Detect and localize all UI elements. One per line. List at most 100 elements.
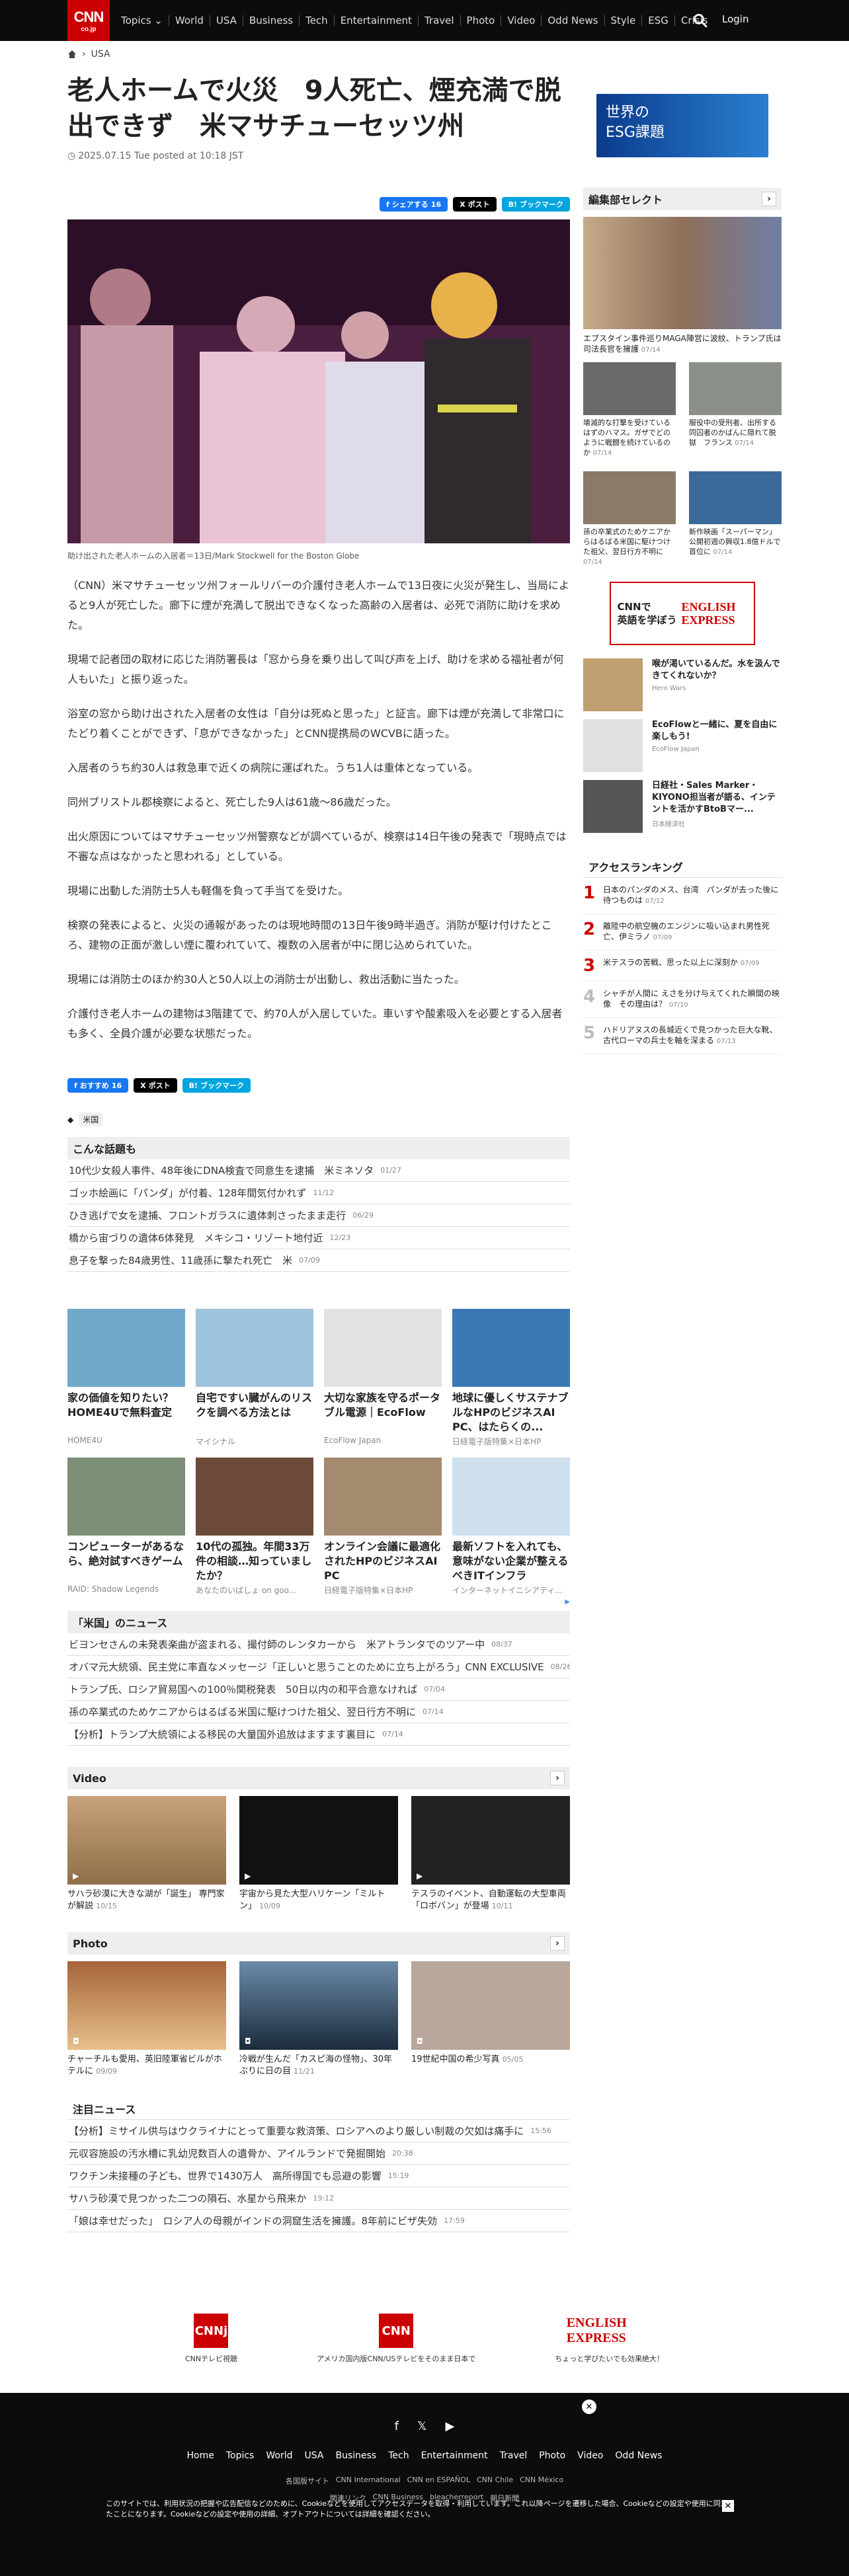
nav-item-odd-news[interactable]: Odd News xyxy=(542,15,605,26)
hatena-bookmark-button[interactable]: B! ブックマーク xyxy=(501,197,570,212)
nav-item-topics[interactable]: Topics ⌄ xyxy=(115,15,169,26)
home-icon[interactable] xyxy=(67,50,77,59)
list-item[interactable]: 「娘は幸せだった」 ロシア人の母親がインドの洞窟生活を擁護。8年前にビザ失効 17… xyxy=(67,2210,570,2232)
list-item[interactable]: 10代少女殺人事件、48年後にDNA検査で同意生を逮捕 米ミネソタ 01/27 xyxy=(67,1159,570,1182)
media-card[interactable]: ◘ チャーチルも愛用、英旧陸軍省ビルがホテルに 09/09 xyxy=(67,1961,226,2078)
list-item[interactable]: サハラ砂漠で見つかった二つの隕石、水星から飛来か 19:12 xyxy=(67,2187,570,2210)
editor-main-title[interactable]: エプスタイン事件巡りMAGA陣営に波紋、トランプ氏は司法長官を擁護 07/14 xyxy=(583,333,782,356)
promo-card[interactable]: オンライン会議に最適化されたHPのビジネスAI PC 日経電子版特集×日本HP xyxy=(324,1458,442,1596)
promo-card[interactable]: 地球に優しくサステナブルなHPのビジネスAI PC、はたらくの... 日経電子版特… xyxy=(452,1309,570,1447)
promo-card[interactable]: 大切な家族を守るポータブル電源｜EcoFlow EcoFlow Japan xyxy=(324,1309,442,1447)
footer-logo[interactable]: CNN アメリカ国内版CNN/USテレビをそのまま日本で xyxy=(317,2314,475,2364)
nav-item-usa[interactable]: USA xyxy=(210,15,243,26)
list-item[interactable]: ビヨンセさんの未発表楽曲が盗まれる、撮付師のレンタカーから 米アトランタでのツア… xyxy=(67,1633,570,1656)
promo-card[interactable]: コンピューターがあるなら、絶対試すべきゲーム RAID: Shadow Legen… xyxy=(67,1458,185,1596)
breadcrumb-section[interactable]: USA xyxy=(91,49,110,59)
search-icon[interactable] xyxy=(692,12,709,29)
list-item[interactable]: 孫の卒業式のためケニアからはるばる米国に駆けつけた祖父、翌日行方不明に 07/14 xyxy=(67,1701,570,1723)
footer-nav-usa[interactable]: USA xyxy=(304,2450,323,2461)
ad-choices-icon[interactable]: ▶ xyxy=(67,1598,570,1606)
nav-item-world[interactable]: World xyxy=(169,15,210,26)
list-item[interactable]: 【分析】ミサイル供与はウクライナにとって重要な救済策、ロシアへのより厳しい制裁の… xyxy=(67,2120,570,2142)
editor-item[interactable]: 新作映画「スーパーマン」公開初週の興収1.8億ドルで首位に 07/14 xyxy=(689,471,782,567)
media-card[interactable]: ▶ 宇宙から見た大型ハリケーン「ミルトン」 10/09 xyxy=(239,1796,398,1912)
esg-banner[interactable]: 世界の ESG課題 xyxy=(596,94,768,157)
nav-item-travel[interactable]: Travel xyxy=(419,15,461,26)
list-item[interactable]: ワクチン未接種の子ども、世界で1430万人 高所得国でも忌避の影響 15:19 xyxy=(67,2165,570,2187)
list-item[interactable]: トランプ氏、ロシア貿易国への100％関税発表 50日以内の和平合意なければ 07/… xyxy=(67,1678,570,1701)
list-item[interactable]: ゴッホ絵画に「パンダ」が付着、128年間気付かれず 11/12 xyxy=(67,1182,570,1204)
footer-sub-link[interactable]: CNN en ESPAÑOL xyxy=(407,2476,470,2486)
list-item-title: オバマ元大統領、民主党に率直なメッセージ「正しいと思うことのために立ち上がろう」… xyxy=(69,1661,544,1673)
list-item[interactable]: 息子を撃った84歳男性、11歳孫に撃たれ死亡 米 07/09 xyxy=(67,1249,570,1272)
nav-item-style[interactable]: Style xyxy=(605,15,643,26)
editor-item[interactable]: 壊滅的な打撃を受けているはずのハマス。ガザでどのように戦闘を続けているのか 07… xyxy=(583,362,676,458)
ranking-item[interactable]: 5 ハドリアヌスの長城近くで見つかった巨大な靴、古代ローマの兵士を軸を深まる 07… xyxy=(583,1018,782,1054)
cnn-logo[interactable]: CNN co.jp xyxy=(67,0,110,41)
side-promo-text: 喉が渇いているんだ。水を汲んできてくれないか？ Hero Wars xyxy=(652,658,782,711)
footer-sub-link[interactable]: CNN International xyxy=(336,2476,401,2486)
facebook-icon[interactable]: f xyxy=(395,2419,399,2433)
chevron-right-icon[interactable]: › xyxy=(550,1936,565,1951)
cookie-close-icon[interactable]: ✕ xyxy=(722,2500,734,2512)
x-icon[interactable]: 𝕏 xyxy=(417,2419,427,2433)
chevron-right-icon[interactable]: › xyxy=(550,1771,565,1785)
footer-nav-tech[interactable]: Tech xyxy=(388,2450,409,2461)
photo-title: Photo xyxy=(73,1937,108,1950)
side-promo-item[interactable]: 喉が渇いているんだ。水を汲んできてくれないか？ Hero Wars xyxy=(583,658,782,711)
ranking-item[interactable]: 3 米テスラの苦戦、思った以上に深刻か 07/09 xyxy=(583,951,782,982)
footer-nav-home[interactable]: Home xyxy=(187,2450,214,2461)
nav-item-tech[interactable]: Tech xyxy=(300,15,335,26)
ranking-item[interactable]: 2 離陸中の航空機のエンジンに吸い込まれ男性死亡、伊ミラノ 07/09 xyxy=(583,914,782,951)
promo-card[interactable]: 最新ソフトを入れても、意味がない企業が整えるべきITインフラ インターネットイニシ… xyxy=(452,1458,570,1596)
list-item[interactable]: 【分析】トランプ大統領による移民の大量国外追放はますます裏目に 07/14 xyxy=(67,1723,570,1746)
list-item[interactable]: 元収容施設の汚水槽に乳幼児数百人の遺骨か、アイルランドで発掘開始 20:38 xyxy=(67,2142,570,2165)
chevron-right-icon[interactable]: › xyxy=(762,192,776,206)
login-link[interactable]: Login xyxy=(722,13,748,25)
tag-usa[interactable]: 米国 xyxy=(79,1112,103,1126)
side-promo-item[interactable]: 日経社・Sales Marker・KIYONO担当者が語る、インテントを活かすB… xyxy=(583,780,782,833)
footer-nav-odd-news[interactable]: Odd News xyxy=(615,2450,662,2461)
footer-nav-topics[interactable]: Topics xyxy=(226,2450,255,2461)
promo-card[interactable]: 家の価値を知りたい？ HOME4Uで無料査定 HOME4U xyxy=(67,1309,185,1447)
footer-logo[interactable]: ENGLISH EXPRESS ちょっと学びたいでも効果絶大！ xyxy=(555,2314,664,2364)
facebook-share-button[interactable]: f シェアする 16 xyxy=(380,197,448,212)
footer-nav-business[interactable]: Business xyxy=(335,2450,376,2461)
side-promo-item[interactable]: EcoFlowと一緒に、夏を自由に楽しもう! EcoFlow Japan xyxy=(583,719,782,772)
x-post-button-bottom[interactable]: X ポスト xyxy=(134,1078,177,1093)
footer-nav-travel[interactable]: Travel xyxy=(500,2450,528,2461)
promo-card[interactable]: 自宅ですい臓がんのリスクを調べる方法とは マイシナル xyxy=(196,1309,313,1447)
footer-nav-video[interactable]: Video xyxy=(577,2450,603,2461)
media-card[interactable]: ◘ 19世紀中国の希少写真 05/05 xyxy=(411,1961,570,2078)
editor-item[interactable]: 孫の卒業式のためケニアからはるばる米国に駆けつけた祖父、翌日行方不明に 07/1… xyxy=(583,471,676,567)
media-card[interactable]: ◘ 冷戦が生んだ「カスピ海の怪物」、30年ぶりに日の目 11/21 xyxy=(239,1961,398,2078)
footer-sub-link[interactable]: CNN Chile xyxy=(477,2476,513,2486)
list-item[interactable]: 橋から宙づりの遺体6体発見 メキシコ・リゾート地付近 12/23 xyxy=(67,1227,570,1249)
nav-item-business[interactable]: Business xyxy=(243,15,300,26)
editor-main-image[interactable] xyxy=(583,217,782,329)
hatena-bookmark-button-bottom[interactable]: B! ブックマーク xyxy=(182,1078,251,1093)
footer-sub-link[interactable]: CNN México xyxy=(520,2476,563,2486)
list-item[interactable]: オバマ元大統領、民主党に率直なメッセージ「正しいと思うことのために立ち上がろう」… xyxy=(67,1656,570,1678)
footer-logo[interactable]: CNNj CNNテレビ視聴 xyxy=(185,2314,237,2364)
ranking-item[interactable]: 1 日本のパンダのメス、台湾 パンダが去った後に待つものは 07/12 xyxy=(583,878,782,914)
list-item-date: 08/37 xyxy=(491,1640,512,1649)
list-item[interactable]: ひき逃げで女を逮捕、フロントガラスに遺体刺さったまま走行 06/29 xyxy=(67,1204,570,1227)
footer-nav-entertainment[interactable]: Entertainment xyxy=(421,2450,488,2461)
english-express-ad[interactable]: CNNで 英語を学ぼう ENGLISH EXPRESS xyxy=(610,582,755,645)
close-icon[interactable]: ✕ xyxy=(582,2400,596,2414)
nav-item-esg[interactable]: ESG xyxy=(642,15,675,26)
nav-item-video[interactable]: Video xyxy=(501,15,542,26)
nav-item-entertainment[interactable]: Entertainment xyxy=(335,15,419,26)
x-post-button[interactable]: X ポスト xyxy=(453,197,497,212)
nav-item-photo[interactable]: Photo xyxy=(461,15,502,26)
promo-card[interactable]: 10代の孤独。年間33万件の相談…知っていましたか？ あなたのいばしょ on go… xyxy=(196,1458,313,1596)
ranking-item[interactable]: 4 シャチが人間に えさを分け与えてくれた瞬間の映像 その理由は？ 07/10 xyxy=(583,982,782,1018)
facebook-recommend-button[interactable]: f おすすめ 16 xyxy=(67,1078,129,1093)
footer-nav-photo[interactable]: Photo xyxy=(539,2450,565,2461)
media-card[interactable]: ▶ サハラ砂漠に大きな湖が「誕生」 専門家が解説 10/15 xyxy=(67,1796,226,1912)
editor-item[interactable]: 服役中の受刑者、出所する同囚者のかばんに隠れて脱獄 フランス 07/14 xyxy=(689,362,782,458)
youtube-icon[interactable]: ▶ xyxy=(446,2419,455,2433)
media-card[interactable]: ▶ テスラのイベント、自動運転の大型車両「ロボバン」が登場 10/11 xyxy=(411,1796,570,1912)
footer-nav-world[interactable]: World xyxy=(266,2450,292,2461)
